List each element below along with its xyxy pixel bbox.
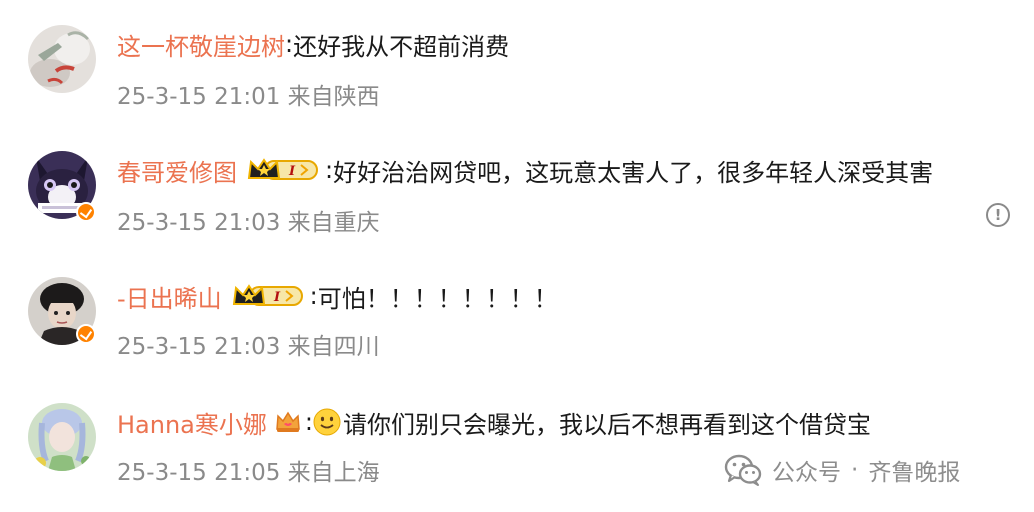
vip-crown-icon — [275, 409, 301, 435]
wechat-icon — [724, 454, 762, 486]
comment-text: 还好我从不超前消费 — [293, 32, 510, 61]
watermark-name: 齐鲁晚报 — [868, 460, 961, 486]
crown-level-badge-icon: I — [247, 156, 319, 184]
source-watermark: 公众号 · 齐鲁晚报 — [724, 452, 960, 488]
comment-separator: : — [325, 156, 334, 184]
avatar[interactable] — [28, 25, 96, 93]
comment-text: 可怕！！！！！！！！ — [317, 284, 558, 313]
comment-username[interactable]: 春哥爱修图 — [117, 153, 237, 188]
comment-meta: 25-3-15 21:03 来自重庆 — [117, 210, 380, 236]
smile-emoji-icon — [313, 408, 341, 436]
verified-badge-icon — [76, 324, 96, 344]
comment-separator: : — [309, 282, 318, 310]
comment-username[interactable]: 这一杯敬崖边树 — [117, 27, 285, 62]
watermark-dot: · — [851, 457, 859, 483]
badge-level: I — [273, 290, 281, 305]
comment-text: 好好治治网贷吧，这玩意太害人了，很多年轻人深受其害 — [333, 158, 934, 187]
comment-separator: : — [304, 408, 313, 436]
comment-text: 请你们别只会曝光，我以后不想再看到这个借贷宝 — [342, 410, 871, 439]
comment-username[interactable]: Hanna寒小娜 — [117, 405, 267, 440]
comment-item-2: 春哥爱修图 I : 好好治治网贷吧，这玩意太害人了，很多年轻人深受其害 25-3-… — [0, 124, 1034, 252]
watermark-source: 公众号 — [772, 460, 841, 486]
comment-separator: : — [285, 30, 294, 58]
report-icon[interactable]: ! — [986, 203, 1010, 227]
verified-badge-icon — [76, 202, 96, 222]
comment-meta: 25-3-15 21:03 来自四川 — [117, 334, 380, 360]
comment-meta: 25-3-15 21:01 来自陕西 — [117, 84, 380, 110]
avatar[interactable] — [28, 403, 96, 471]
comment-item-1: 这一杯敬崖边树: 还好我从不超前消费 25-3-15 21:01 来自陕西 — [0, 0, 1034, 128]
comment-username[interactable]: -日出晞山 — [117, 279, 222, 314]
badge-level: I — [288, 164, 296, 179]
comment-meta: 25-3-15 21:05 来自上海 — [117, 460, 380, 486]
crown-level-badge-icon: I — [232, 282, 304, 310]
comment-item-3: -日出晞山 I : 可怕！！！！！！！！ 25-3-15 21:03 来自四川 — [0, 248, 1034, 376]
